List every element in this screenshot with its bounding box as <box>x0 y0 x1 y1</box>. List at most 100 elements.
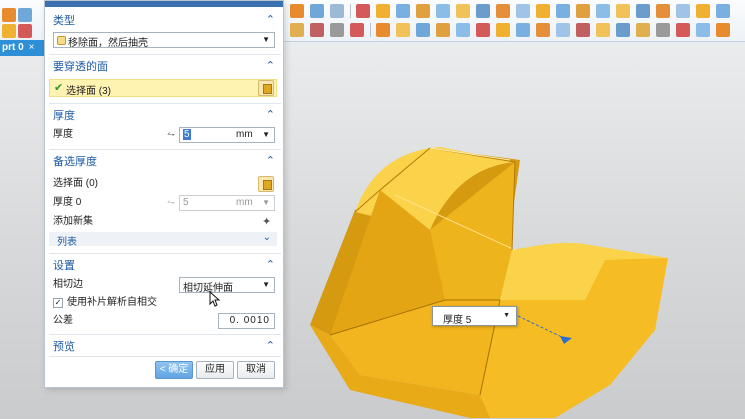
toolbar-icon-19[interactable] <box>656 4 670 18</box>
type-dropdown[interactable]: 移除面，然后抽壳 ▼ <box>53 32 275 49</box>
toolbar-icon-20[interactable] <box>676 4 690 18</box>
chevron-up-icon[interactable]: ⌃ <box>266 59 275 72</box>
settings-section-title: 设置 <box>53 260 75 272</box>
document-tab[interactable]: prt 0 × <box>0 40 44 56</box>
toolbar-icon-3[interactable] <box>330 4 344 18</box>
alt-thickness-unit: mm <box>236 197 253 208</box>
toolbar-icon-39[interactable] <box>616 23 630 37</box>
toolbar-icon-8[interactable] <box>436 4 450 18</box>
toolbar-icon-21[interactable] <box>696 4 710 18</box>
chevron-down-icon[interactable]: ▼ <box>262 130 270 139</box>
faces-section-header[interactable]: 要穿透的面 ⌃ <box>45 55 283 77</box>
toolbar-icon-26[interactable] <box>350 23 364 37</box>
settings-section-header[interactable]: 设置 ⌃ <box>45 254 283 276</box>
toolbar-icon-38[interactable] <box>596 23 610 37</box>
toolbar-icon-2[interactable] <box>310 4 324 18</box>
toolbar-icon-44[interactable] <box>716 23 730 37</box>
toolbar-icon-31[interactable] <box>456 23 470 37</box>
toolbar-icon-12[interactable] <box>516 4 530 18</box>
close-icon[interactable]: × <box>29 40 35 56</box>
toolbar-icon-29[interactable] <box>416 23 430 37</box>
chevron-down-icon: ▼ <box>262 35 270 44</box>
strip-icon-3[interactable] <box>2 24 16 38</box>
chevron-up-icon[interactable]: ⌃ <box>266 154 275 167</box>
toolbar-icon-10[interactable] <box>476 4 490 18</box>
toolbar-icon-11[interactable] <box>496 4 510 18</box>
thickness-label: 厚度 <box>53 129 73 140</box>
tolerance-value: 0. 0010 <box>229 315 270 326</box>
toolbar-icon-5[interactable] <box>376 4 390 18</box>
self-intersect-checkbox[interactable]: ✓ <box>53 298 63 308</box>
apply-button[interactable]: 应用 <box>196 361 234 379</box>
chevron-up-icon[interactable]: ⌃ <box>266 258 275 271</box>
check-icon: ✔ <box>54 82 64 94</box>
toolbar-icon-15[interactable] <box>576 4 590 18</box>
toolbar-icon-14[interactable] <box>556 4 570 18</box>
strip-icon-2[interactable] <box>18 8 32 22</box>
chevron-down-icon: ⌄ <box>262 232 271 243</box>
toolbar-icon-40[interactable] <box>636 23 650 37</box>
dimension-value: 5 <box>465 315 472 326</box>
tangent-dropdown[interactable]: 相切延伸面 ▼ <box>179 277 275 294</box>
preview-section-title: 预览 <box>53 341 75 353</box>
toolbar-row-2 <box>290 20 736 40</box>
toolbar-icon-24[interactable] <box>310 23 324 37</box>
toolbar-icon-42[interactable] <box>676 23 690 37</box>
toolbar-icon-9[interactable] <box>456 4 470 18</box>
toolbar-icon-18[interactable] <box>636 4 650 18</box>
thickness-dimension-box[interactable]: 厚度 5 ▼ <box>432 306 517 326</box>
type-section-header[interactable]: 类型 ⌃ <box>45 9 283 31</box>
toolbar-icon-7[interactable] <box>416 4 430 18</box>
list-toggle[interactable]: 列表 ⌄ <box>49 232 277 248</box>
toolbar-icon-28[interactable] <box>396 23 410 37</box>
alt-thickness-section-header[interactable]: 备选厚度 ⌃ <box>45 150 283 172</box>
toolbar-icon-35[interactable] <box>536 23 550 37</box>
toolbar-icon-37[interactable] <box>576 23 590 37</box>
select-face-button[interactable] <box>258 80 274 96</box>
strip-icon-1[interactable] <box>2 8 16 22</box>
cancel-button[interactable]: 取消 <box>237 361 275 379</box>
toolbar-row-1 <box>290 1 736 21</box>
toolbar-icon-16[interactable] <box>596 4 610 18</box>
toolbar-icon-36[interactable] <box>556 23 570 37</box>
toolbar-icon-4[interactable] <box>356 4 370 18</box>
add-set-icon[interactable]: ✦ <box>262 215 271 228</box>
chevron-up-icon[interactable]: ⌃ <box>266 13 275 26</box>
faces-selection-row[interactable]: ✔ 选择面 (3) <box>49 79 277 97</box>
toolbar-icon-30[interactable] <box>436 23 450 37</box>
toolbar-icon-22[interactable] <box>716 4 730 18</box>
chevron-up-icon[interactable]: ⌃ <box>266 339 275 352</box>
thickness-input[interactable]: 5 mm ▼ <box>179 127 275 143</box>
thickness-section-title: 厚度 <box>53 110 75 122</box>
toolbar-icon-17[interactable] <box>616 4 630 18</box>
left-toolbar-strip <box>0 6 44 40</box>
preview-section-header[interactable]: 预览 ⌃ <box>45 335 283 357</box>
ok-button[interactable]: < 确定 > <box>155 361 193 387</box>
chevron-up-icon[interactable]: ⌃ <box>266 108 275 121</box>
dialog-titlebar[interactable] <box>45 1 283 7</box>
toolbar-icon-25[interactable] <box>330 23 344 37</box>
toolbar-icon-13[interactable] <box>536 4 550 18</box>
shell-type-icon <box>57 36 66 45</box>
tolerance-input[interactable]: 0. 0010 <box>218 313 275 329</box>
thickness-section-header[interactable]: 厚度 ⌃ <box>45 104 283 126</box>
alt-select-face-button[interactable] <box>258 176 274 192</box>
toolbar-icon-43[interactable] <box>696 23 710 37</box>
dimension-label-text: 厚度 <box>443 315 463 326</box>
toolbar-icon-33[interactable] <box>496 23 510 37</box>
toolbar-icon-34[interactable] <box>516 23 530 37</box>
toolbar-icon-6[interactable] <box>396 4 410 18</box>
toolbar-icon-41[interactable] <box>656 23 670 37</box>
formula-icon[interactable]: ⥊ <box>165 129 177 141</box>
strip-icon-4[interactable] <box>18 24 32 38</box>
toolbar-icon-23[interactable] <box>290 23 304 37</box>
toolbar-icon-32[interactable] <box>476 23 490 37</box>
chevron-down-icon: ▼ <box>262 198 270 207</box>
toolbar-icon-1[interactable] <box>290 4 304 18</box>
chevron-down-icon[interactable]: ▼ <box>503 312 510 319</box>
chevron-down-icon: ▼ <box>262 280 270 289</box>
document-tab-label: prt 0 <box>2 42 24 53</box>
thickness-unit: mm <box>236 129 253 140</box>
toolbar-icon-27[interactable] <box>376 23 390 37</box>
toolbar-separator <box>350 4 351 18</box>
